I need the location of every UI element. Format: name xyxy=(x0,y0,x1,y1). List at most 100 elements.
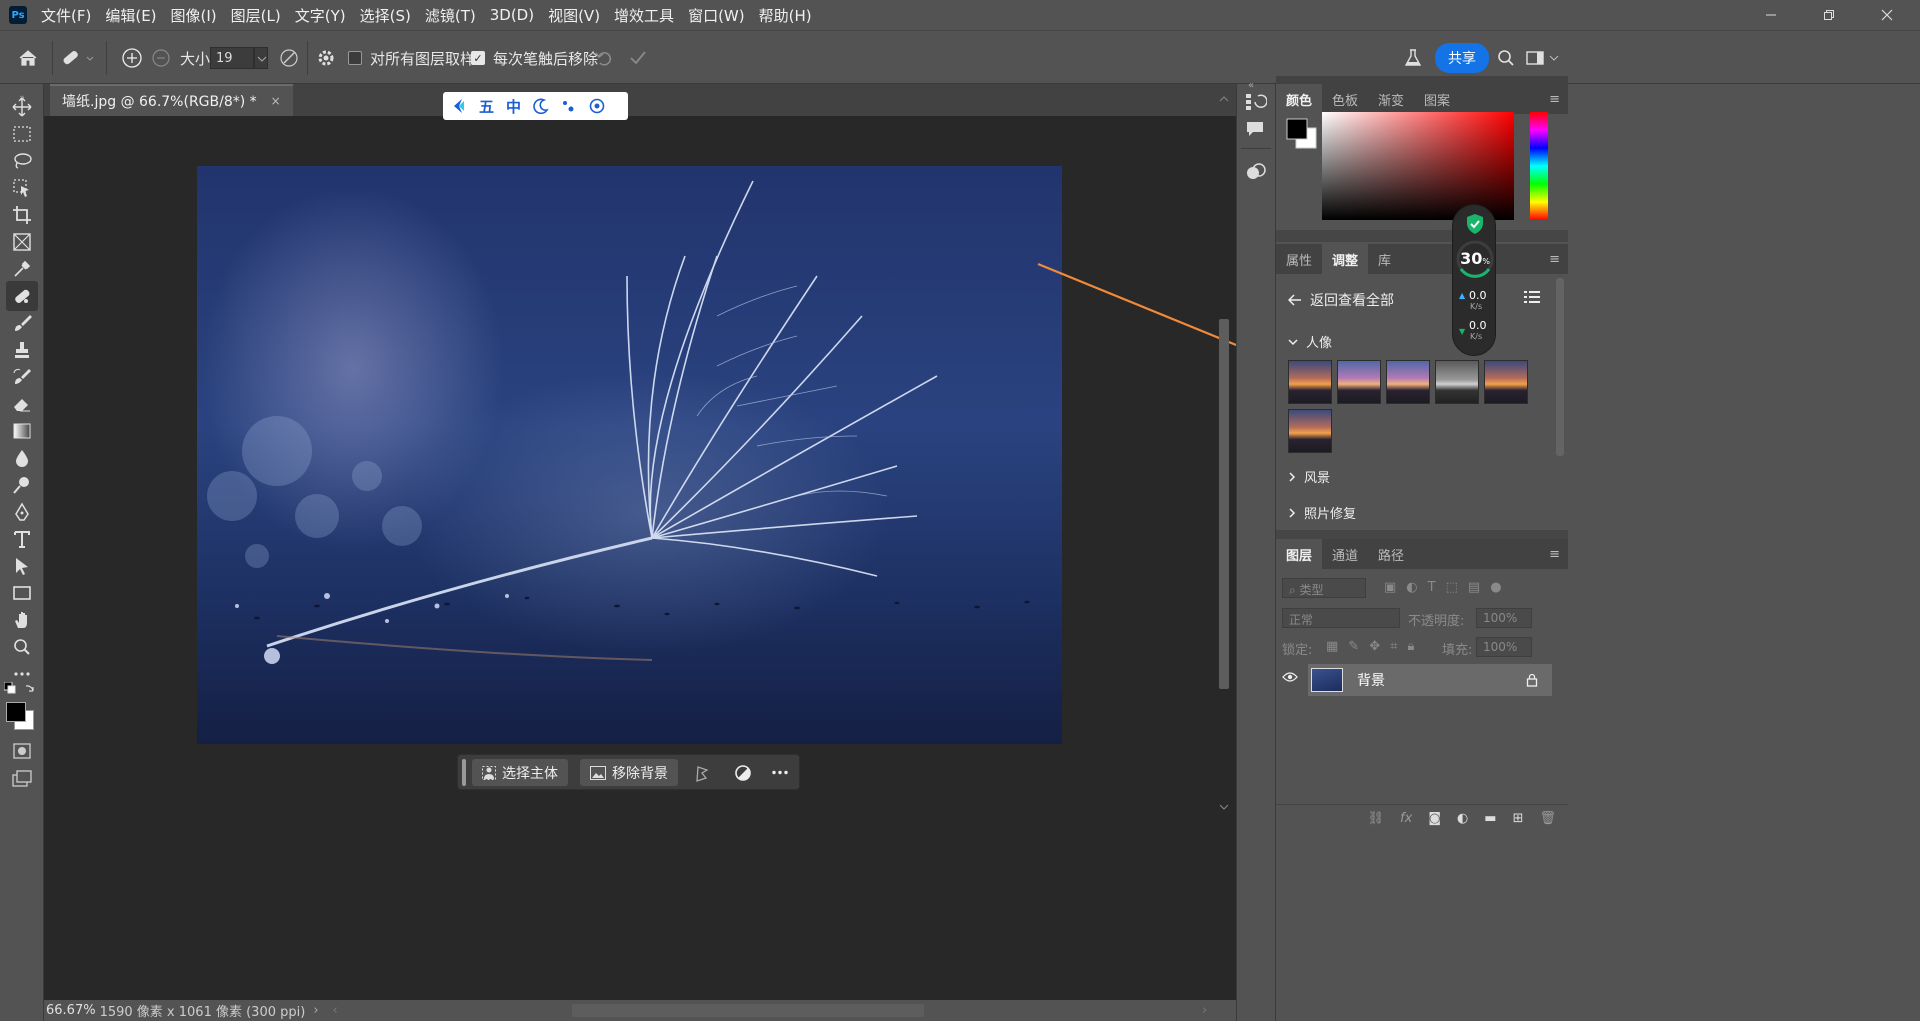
layer-filter-select[interactable]: ⌕ 类型 xyxy=(1282,578,1366,598)
add-mask-icon[interactable]: ◙ xyxy=(1428,811,1441,826)
tab-libraries[interactable]: 库 xyxy=(1368,244,1401,274)
collapse-dock-icon[interactable]: « xyxy=(1248,80,1254,91)
blend-mode-select[interactable]: 正常 xyxy=(1282,608,1400,628)
tab-color[interactable]: 颜色 xyxy=(1276,84,1323,114)
lock-image-icon[interactable]: ✎ xyxy=(1348,639,1359,654)
tab-adjustments[interactable]: 调整 xyxy=(1322,244,1369,274)
layer-name[interactable]: 背景 xyxy=(1357,670,1385,690)
scroll-up-icon[interactable] xyxy=(1218,94,1230,104)
section-photo-repair[interactable]: 照片修复 xyxy=(1288,503,1356,522)
quick-mask-button[interactable] xyxy=(6,736,38,766)
menu-select[interactable]: 选择(S) xyxy=(360,5,411,26)
menu-view[interactable]: 视图(V) xyxy=(548,5,600,26)
scroll-down-icon[interactable] xyxy=(1218,802,1230,812)
foreground-color-swatch[interactable] xyxy=(6,702,26,722)
lock-position-icon[interactable]: ✥ xyxy=(1369,639,1380,654)
blur-tool[interactable] xyxy=(6,443,38,473)
hue-slider[interactable] xyxy=(1530,112,1548,220)
crop-tool[interactable] xyxy=(6,200,38,230)
restore-button[interactable] xyxy=(1800,0,1858,30)
brush-mode-add[interactable] xyxy=(120,31,144,85)
close-tab-icon[interactable]: × xyxy=(271,94,281,108)
undo-stroke-button[interactable] xyxy=(594,31,614,85)
zoom-tool[interactable] xyxy=(6,632,38,662)
new-layer-icon[interactable]: ⊞ xyxy=(1513,811,1524,826)
new-adjustment-icon[interactable]: ◐ xyxy=(1457,811,1468,826)
menu-window[interactable]: 窗口(W) xyxy=(688,5,745,26)
list-view-button[interactable] xyxy=(1524,290,1540,304)
network-speed-widget[interactable]: 30% ▲ 0.0 K/s ▼ 0.0 K/s xyxy=(1452,204,1496,356)
menu-type[interactable]: 文字(Y) xyxy=(295,5,346,26)
type-tool[interactable] xyxy=(6,524,38,554)
canvas-scrollbar-vertical[interactable] xyxy=(1218,94,1230,814)
tab-swatches[interactable]: 色板 xyxy=(1322,84,1368,114)
ime-settings-icon[interactable] xyxy=(589,98,605,114)
filter-toggle-icon[interactable]: ● xyxy=(1490,580,1501,595)
remove-after-stroke-checkbox[interactable]: ✓ xyxy=(471,51,485,65)
context-more-button[interactable] xyxy=(772,770,788,775)
close-window-button[interactable] xyxy=(1858,0,1916,30)
frame-tool[interactable] xyxy=(6,227,38,257)
comments-panel-button[interactable] xyxy=(1245,120,1265,138)
menu-file[interactable]: 文件(F) xyxy=(41,5,91,26)
menu-edit[interactable]: 编辑(E) xyxy=(105,5,156,26)
scroll-right-icon[interactable]: › xyxy=(1202,1003,1207,1018)
preset-thumb-5[interactable] xyxy=(1484,360,1528,404)
fill-input[interactable]: 100% xyxy=(1476,637,1532,657)
canvas-image[interactable] xyxy=(197,166,1062,744)
color-panel-menu-icon[interactable]: ≡ xyxy=(1549,92,1560,107)
preset-thumb-1[interactable] xyxy=(1288,360,1332,404)
photoshop-logo[interactable]: Ps xyxy=(9,6,27,24)
filter-shape-icon[interactable]: ⬚ xyxy=(1446,580,1458,595)
color-swatches[interactable] xyxy=(1286,118,1322,150)
layer-row-background[interactable]: 背景 xyxy=(1308,664,1552,696)
filter-pixel-icon[interactable]: ▣ xyxy=(1384,580,1396,595)
move-tool[interactable] xyxy=(6,92,38,122)
new-group-icon[interactable]: ▬ xyxy=(1484,811,1496,826)
remove-after-stroke-option[interactable]: ✓ 每次笔触后移除 xyxy=(471,31,598,85)
adjust-panel-scrollbar[interactable] xyxy=(1556,278,1564,456)
share-button[interactable]: 共享 xyxy=(1435,43,1489,73)
tab-patterns[interactable]: 图案 xyxy=(1414,84,1460,114)
more-options-flag-button[interactable] xyxy=(694,764,710,782)
apply-stroke-button[interactable] xyxy=(628,31,648,85)
document-info[interactable]: 1590 像素 x 1061 像素 (300 ppi) xyxy=(100,1001,306,1020)
color-picker-field[interactable] xyxy=(1322,112,1514,220)
menu-filter[interactable]: 滤镜(T) xyxy=(425,5,476,26)
ime-input-mode[interactable]: 五 xyxy=(479,96,494,117)
menu-plugins[interactable]: 增效工具 xyxy=(614,5,674,26)
minimize-button[interactable] xyxy=(1742,0,1800,30)
pressure-size-button[interactable] xyxy=(278,31,300,85)
preset-thumb-4[interactable] xyxy=(1435,360,1479,404)
tab-layers[interactable]: 图层 xyxy=(1276,539,1323,569)
marquee-tool[interactable] xyxy=(6,119,38,149)
remove-background-button[interactable]: 移除背景 xyxy=(580,759,678,786)
section-landscape[interactable]: 风景 xyxy=(1288,467,1330,486)
brush-tool[interactable] xyxy=(6,308,38,338)
hand-tool[interactable] xyxy=(6,605,38,635)
adjust-panel-menu-icon[interactable]: ≡ xyxy=(1549,252,1560,267)
drag-handle[interactable] xyxy=(462,759,466,786)
tab-paths[interactable]: 路径 xyxy=(1368,539,1414,569)
tool-preset-picker[interactable] xyxy=(60,31,96,85)
adjust-presets-button[interactable] xyxy=(1245,162,1267,182)
section-portrait[interactable]: 人像 xyxy=(1288,332,1332,351)
delete-layer-icon[interactable]: 🗑︎ xyxy=(1539,811,1556,826)
sample-all-layers-option[interactable]: 对所有图层取样 xyxy=(348,31,475,85)
ime-lang-toggle[interactable]: 中 xyxy=(506,96,521,117)
select-subject-button[interactable]: 选择主体 xyxy=(472,759,568,786)
preset-thumb-6[interactable] xyxy=(1288,409,1332,453)
zoom-level[interactable]: 66.67% xyxy=(46,1003,96,1018)
stamp-tool[interactable] xyxy=(6,335,38,365)
horizontal-scroll-thumb[interactable] xyxy=(572,1004,924,1017)
path-selection-tool[interactable] xyxy=(6,551,38,581)
preset-thumb-3[interactable] xyxy=(1386,360,1430,404)
filter-type-icon[interactable]: T xyxy=(1428,580,1436,595)
gradient-tool[interactable] xyxy=(6,416,38,446)
adjustment-button[interactable] xyxy=(734,764,752,782)
screen-mode-button[interactable] xyxy=(6,764,38,794)
lasso-tool[interactable] xyxy=(6,146,38,176)
tab-gradients[interactable]: 渐变 xyxy=(1368,84,1414,114)
rectangle-tool[interactable] xyxy=(6,578,38,608)
brush-mode-subtract[interactable] xyxy=(150,31,172,85)
